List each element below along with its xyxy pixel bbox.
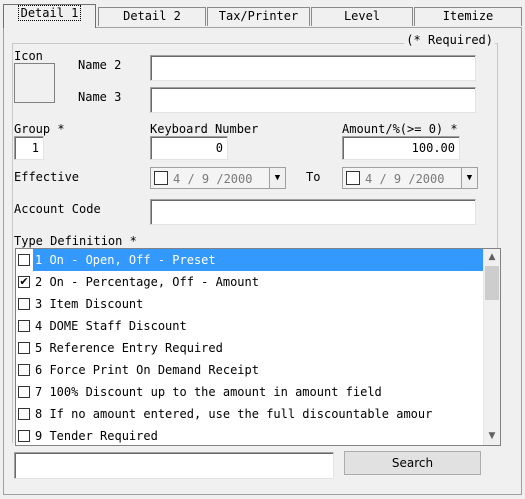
to-date-value: 4 / 9 /2000 bbox=[365, 172, 445, 186]
group-label: Group * bbox=[14, 122, 65, 136]
required-note: (* Required) bbox=[404, 33, 495, 47]
scroll-down-icon[interactable]: ▼ bbox=[484, 428, 500, 445]
group-input[interactable]: 1 bbox=[14, 136, 44, 160]
list-item-checkbox[interactable]: ✔ bbox=[18, 276, 30, 288]
search-button[interactable]: Search bbox=[344, 451, 481, 475]
account-code-input[interactable] bbox=[150, 199, 476, 225]
scrollbar-thumb[interactable] bbox=[485, 266, 499, 300]
chevron-down-icon[interactable]: ▼ bbox=[269, 168, 285, 188]
to-date-checkbox[interactable] bbox=[346, 171, 360, 185]
keyboard-number-label: Keyboard Number bbox=[150, 122, 259, 136]
list-scrollbar[interactable]: ▲ ▼ bbox=[483, 249, 500, 445]
tab-itemize[interactable]: Itemize bbox=[414, 7, 522, 26]
list-item-checkbox[interactable] bbox=[18, 342, 30, 354]
amount-label: Amount/%(>= 0) * bbox=[342, 122, 458, 136]
effective-date-checkbox[interactable] bbox=[154, 171, 168, 185]
effective-date-value: 4 / 9 /2000 bbox=[173, 172, 253, 186]
search-input[interactable] bbox=[14, 452, 334, 479]
list-item-label: 7 100% Discount up to the amount in amou… bbox=[35, 385, 382, 399]
list-item-checkbox[interactable] bbox=[18, 254, 30, 266]
list-item-checkbox[interactable] bbox=[18, 320, 30, 332]
tab-detail-2[interactable]: Detail 2 bbox=[98, 7, 206, 26]
effective-date-picker[interactable]: 4 / 9 /2000 ▼ bbox=[150, 167, 286, 189]
tab-label: Detail 1 bbox=[17, 5, 82, 21]
list-item[interactable]: 6 Force Print On Demand Receipt bbox=[16, 359, 483, 381]
list-item[interactable]: 4 DOME Staff Discount bbox=[16, 315, 483, 337]
tab-detail-1[interactable]: Detail 1 bbox=[3, 4, 96, 28]
list-item-checkbox[interactable] bbox=[18, 298, 30, 310]
name2-label: Name 2 bbox=[78, 58, 122, 72]
scroll-up-icon[interactable]: ▲ bbox=[484, 249, 500, 266]
list-item-label: 1 On - Open, Off - Preset bbox=[33, 249, 483, 271]
icon-picker[interactable] bbox=[14, 63, 55, 103]
effective-label: Effective bbox=[14, 170, 80, 184]
chevron-down-icon[interactable]: ▼ bbox=[461, 168, 477, 188]
tab-strip: Detail 1 Detail 2 Tax/Printer Level Item… bbox=[0, 0, 525, 28]
name3-label: Name 3 bbox=[78, 90, 122, 104]
list-item-checkbox[interactable] bbox=[18, 430, 30, 442]
keyboard-number-input[interactable]: 0 bbox=[150, 136, 228, 160]
list-item[interactable]: 5 Reference Entry Required bbox=[16, 337, 483, 359]
tab-level[interactable]: Level bbox=[311, 7, 413, 26]
tab-label: Itemize bbox=[442, 9, 494, 23]
tab-label: Tax/Printer bbox=[218, 9, 299, 23]
icon-label: Icon bbox=[14, 49, 43, 63]
list-item[interactable]: 1 On - Open, Off - Preset bbox=[16, 249, 483, 271]
list-item[interactable]: 8 If no amount entered, use the full dis… bbox=[16, 403, 483, 425]
tab-label: Level bbox=[343, 9, 381, 23]
to-date-picker[interactable]: 4 / 9 /2000 ▼ bbox=[342, 167, 478, 189]
list-item-label: 5 Reference Entry Required bbox=[35, 341, 223, 355]
account-code-label: Account Code bbox=[14, 202, 101, 216]
list-item-label: 3 Item Discount bbox=[35, 297, 144, 311]
list-item-checkbox[interactable] bbox=[18, 386, 30, 398]
amount-input[interactable]: 100.00 bbox=[342, 136, 460, 160]
tab-tax-printer[interactable]: Tax/Printer bbox=[207, 7, 310, 26]
to-label: To bbox=[306, 170, 321, 184]
list-item[interactable]: 7 100% Discount up to the amount in amou… bbox=[16, 381, 483, 403]
name3-input[interactable] bbox=[150, 87, 476, 113]
list-item-label: 2 On - Percentage, Off - Amount bbox=[35, 275, 259, 289]
list-item-label: 4 DOME Staff Discount bbox=[35, 319, 187, 333]
type-definition-list[interactable]: 1 On - Open, Off - Preset ✔ 2 On - Perce… bbox=[15, 248, 501, 446]
list-item[interactable]: 9 Tender Required bbox=[16, 425, 483, 447]
list-item-label: 6 Force Print On Demand Receipt bbox=[35, 363, 259, 377]
list-item[interactable]: 3 Item Discount bbox=[16, 293, 483, 315]
list-item-checkbox[interactable] bbox=[18, 364, 30, 376]
list-item-checkbox[interactable] bbox=[18, 408, 30, 420]
name2-input[interactable] bbox=[150, 55, 476, 81]
list-item[interactable]: ✔ 2 On - Percentage, Off - Amount bbox=[16, 271, 483, 293]
type-definition-label: Type Definition * bbox=[14, 234, 137, 248]
list-item-label: 9 Tender Required bbox=[35, 429, 158, 443]
tab-label: Detail 2 bbox=[123, 9, 181, 23]
list-item-label: 8 If no amount entered, use the full dis… bbox=[35, 407, 433, 421]
